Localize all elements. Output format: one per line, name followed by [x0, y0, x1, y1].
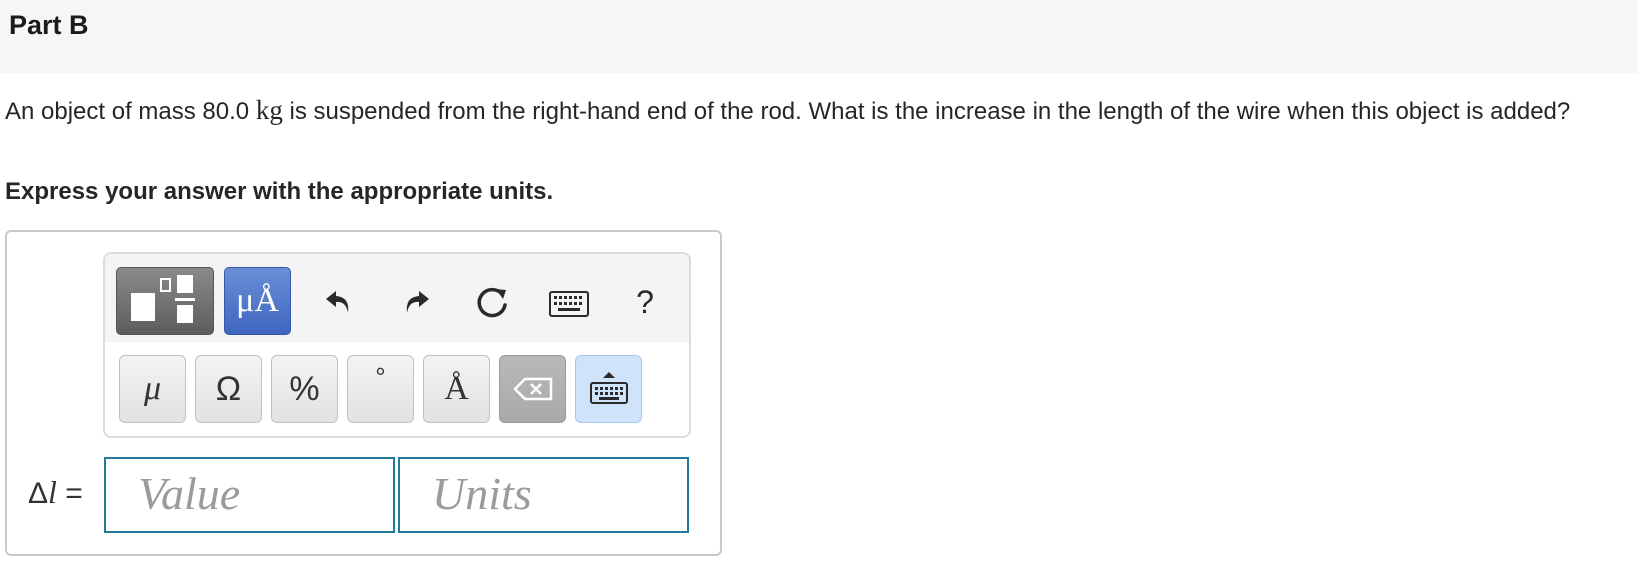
- delete-button[interactable]: [499, 355, 566, 423]
- keyboard-icon: [549, 291, 589, 317]
- answer-label: Δl =: [28, 474, 83, 510]
- units-input[interactable]: Units: [398, 457, 689, 533]
- keyboard-toggle-icon: [589, 372, 628, 404]
- backspace-icon: [512, 377, 552, 401]
- value-input[interactable]: Value: [104, 457, 395, 533]
- key-angstrom[interactable]: Å: [423, 355, 490, 423]
- part-header: Part B: [0, 0, 1638, 73]
- answer-instruction: Express your answer with the appropriate…: [5, 178, 554, 205]
- key-degree[interactable]: °: [347, 355, 414, 423]
- help-button[interactable]: ?: [630, 282, 660, 322]
- undo-button[interactable]: [318, 282, 358, 322]
- reset-icon: [477, 287, 507, 318]
- mass-unit: kg: [255, 95, 283, 125]
- key-omega[interactable]: Ω: [195, 355, 262, 423]
- keyboard-button[interactable]: [548, 288, 590, 320]
- undo-icon: [326, 291, 349, 313]
- redo-button[interactable]: [397, 282, 437, 322]
- reset-button[interactable]: [472, 282, 514, 324]
- keyboard-toggle-button[interactable]: [575, 355, 642, 423]
- question-text: An object of mass 80.0 kg is suspended f…: [5, 95, 1571, 125]
- units-button[interactable]: μÅ: [224, 267, 291, 335]
- key-mu[interactable]: μ: [119, 355, 186, 423]
- fraction-templates-icon: [131, 275, 195, 323]
- key-percent[interactable]: %: [271, 355, 338, 423]
- templates-button[interactable]: [116, 267, 214, 335]
- redo-icon: [406, 291, 429, 313]
- part-title: Part B: [9, 10, 89, 40]
